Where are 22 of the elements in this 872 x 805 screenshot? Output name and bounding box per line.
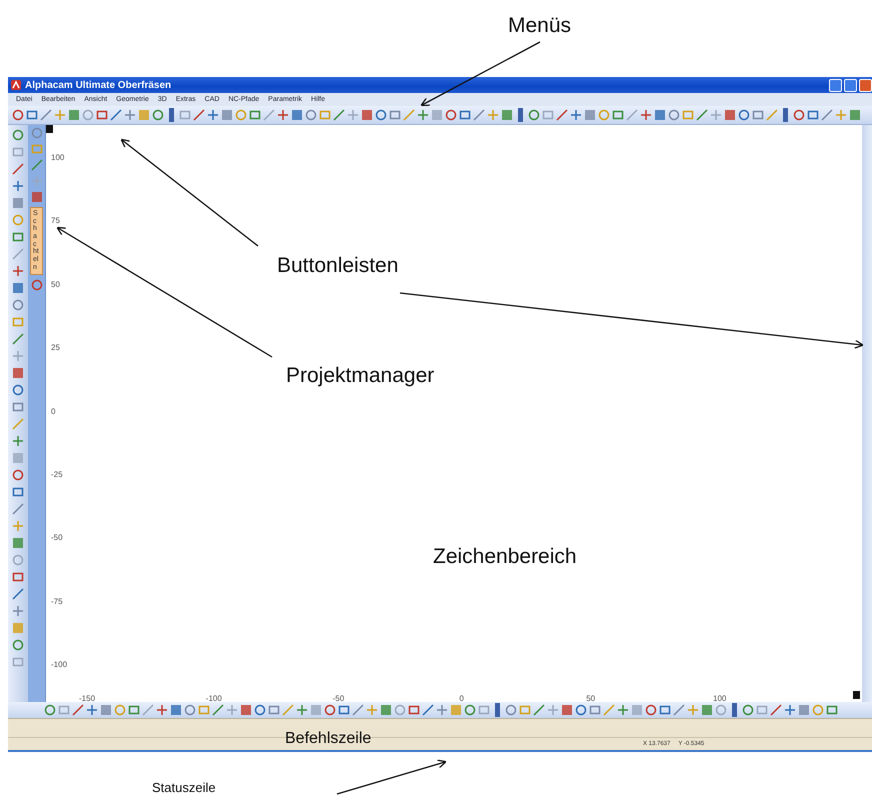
axis-label: -50 [332, 694, 344, 703]
axis-label: 50 [51, 280, 60, 289]
axis-label: 100 [713, 694, 726, 703]
axis-label: 0 [51, 406, 56, 416]
window-title: Alphacam Ultimate Oberfräsen [25, 80, 172, 90]
annotation-label: Zeichenbereich [433, 545, 577, 569]
axis-label: 75 [51, 216, 60, 226]
axis-label: -75 [51, 596, 63, 606]
axis-label: 25 [51, 343, 60, 352]
axis-label: -100 [51, 660, 68, 670]
axis-label: -150 [79, 694, 96, 703]
axis-label: -50 [51, 533, 63, 542]
axis-label: -25 [51, 470, 63, 479]
annotation-label: Projektmanager [286, 364, 434, 388]
axis-label: -100 [206, 694, 222, 703]
annotation-label: Statuszeile [152, 780, 216, 795]
axis-label: 100 [51, 153, 64, 162]
annotation-label: Befehlszeile [285, 730, 372, 748]
axis-label: 0 [459, 694, 464, 703]
annotation-label: Buttonleisten [277, 254, 398, 278]
axis-label: 50 [586, 694, 596, 703]
annotation-label: Menüs [508, 14, 572, 38]
